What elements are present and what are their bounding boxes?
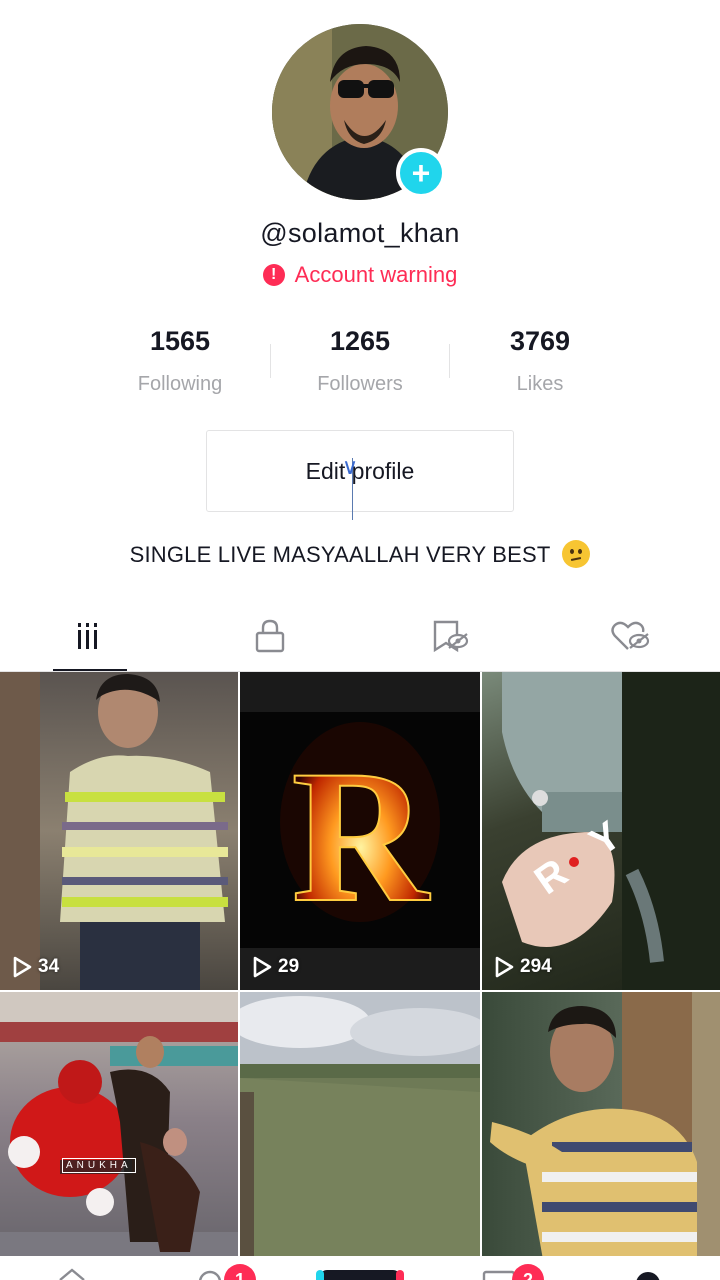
view-count: 294	[494, 956, 552, 978]
video-image	[0, 672, 228, 990]
stat-value: 3769	[509, 326, 571, 356]
video-image: R	[240, 672, 480, 990]
tab-favorites[interactable]	[360, 600, 540, 672]
bottom-nav-icons	[59, 1268, 660, 1280]
view-count: 29	[252, 956, 299, 978]
stat-value: 1265	[329, 326, 391, 356]
stat-divider	[270, 344, 271, 378]
video-grid: 34 R 29 R Y 294 ANUKHA	[0, 672, 720, 1280]
fire-letter: R	[291, 732, 430, 942]
stat-label: Likes	[516, 373, 564, 395]
profile-tabs	[0, 600, 720, 672]
video-thumbnail[interactable]: R 29	[240, 672, 480, 990]
overlay-text: ANUKHA	[62, 1158, 136, 1173]
grid-icon	[78, 623, 97, 649]
username: @solamot_khan	[260, 218, 460, 248]
play-icon	[13, 956, 32, 978]
edit-profile-button[interactable]: Edit profile	[206, 430, 514, 512]
avatar-container[interactable]: +	[272, 24, 448, 200]
tab-liked[interactable]	[540, 600, 720, 672]
stat-likes[interactable]: 3769 Likes	[450, 326, 630, 406]
view-count-label: 29	[278, 956, 300, 977]
profile-stats: 1565 Following 1265 Followers 3769 Likes	[90, 326, 630, 406]
video-image	[240, 992, 480, 1280]
stat-followers[interactable]: 1265 Followers	[270, 326, 450, 406]
view-count-label: 34	[38, 956, 60, 977]
bottom-navigation: 1 2	[0, 1256, 720, 1280]
video-thumbnail[interactable]	[240, 992, 480, 1280]
lock-icon	[255, 619, 285, 653]
video-thumbnail[interactable]: R Y 294	[482, 672, 720, 990]
stat-label: Followers	[317, 373, 403, 395]
play-icon	[253, 956, 272, 978]
view-count: 34	[12, 956, 59, 978]
warning-icon: !	[262, 264, 285, 286]
tab-videos[interactable]	[0, 600, 180, 672]
stat-value: 1565	[149, 326, 211, 356]
bio-text: SINGLE LIVE MASYAALLAH VERY BEST	[129, 542, 551, 567]
profile-page: + @solamot_khan ! Account warning 1565 F…	[0, 0, 720, 1280]
video-image	[490, 992, 720, 1280]
plus-icon: +	[411, 155, 431, 191]
account-warning[interactable]: ! Account warning	[0, 262, 720, 288]
stat-following[interactable]: 1565 Following	[90, 326, 270, 406]
bookmark-hidden-icon	[433, 620, 469, 653]
video-thumbnail[interactable]: 34	[0, 672, 238, 990]
add-avatar-button[interactable]: +	[396, 148, 446, 198]
video-thumbnail[interactable]	[482, 992, 720, 1280]
heart-hidden-icon	[611, 621, 650, 650]
touch-cursor-icon: ∨	[342, 455, 359, 480]
account-warning-label: Account warning	[294, 262, 458, 287]
confused-face-icon	[562, 540, 591, 569]
video-thumbnail[interactable]: ANUKHA	[0, 992, 238, 1280]
video-image	[0, 992, 238, 1280]
tab-private[interactable]	[180, 600, 360, 672]
view-count-label: 294	[520, 956, 552, 977]
play-icon	[495, 956, 514, 978]
bio: SINGLE LIVE MASYAALLAH VERY BEST	[0, 540, 720, 570]
stat-label: Following	[137, 373, 223, 395]
